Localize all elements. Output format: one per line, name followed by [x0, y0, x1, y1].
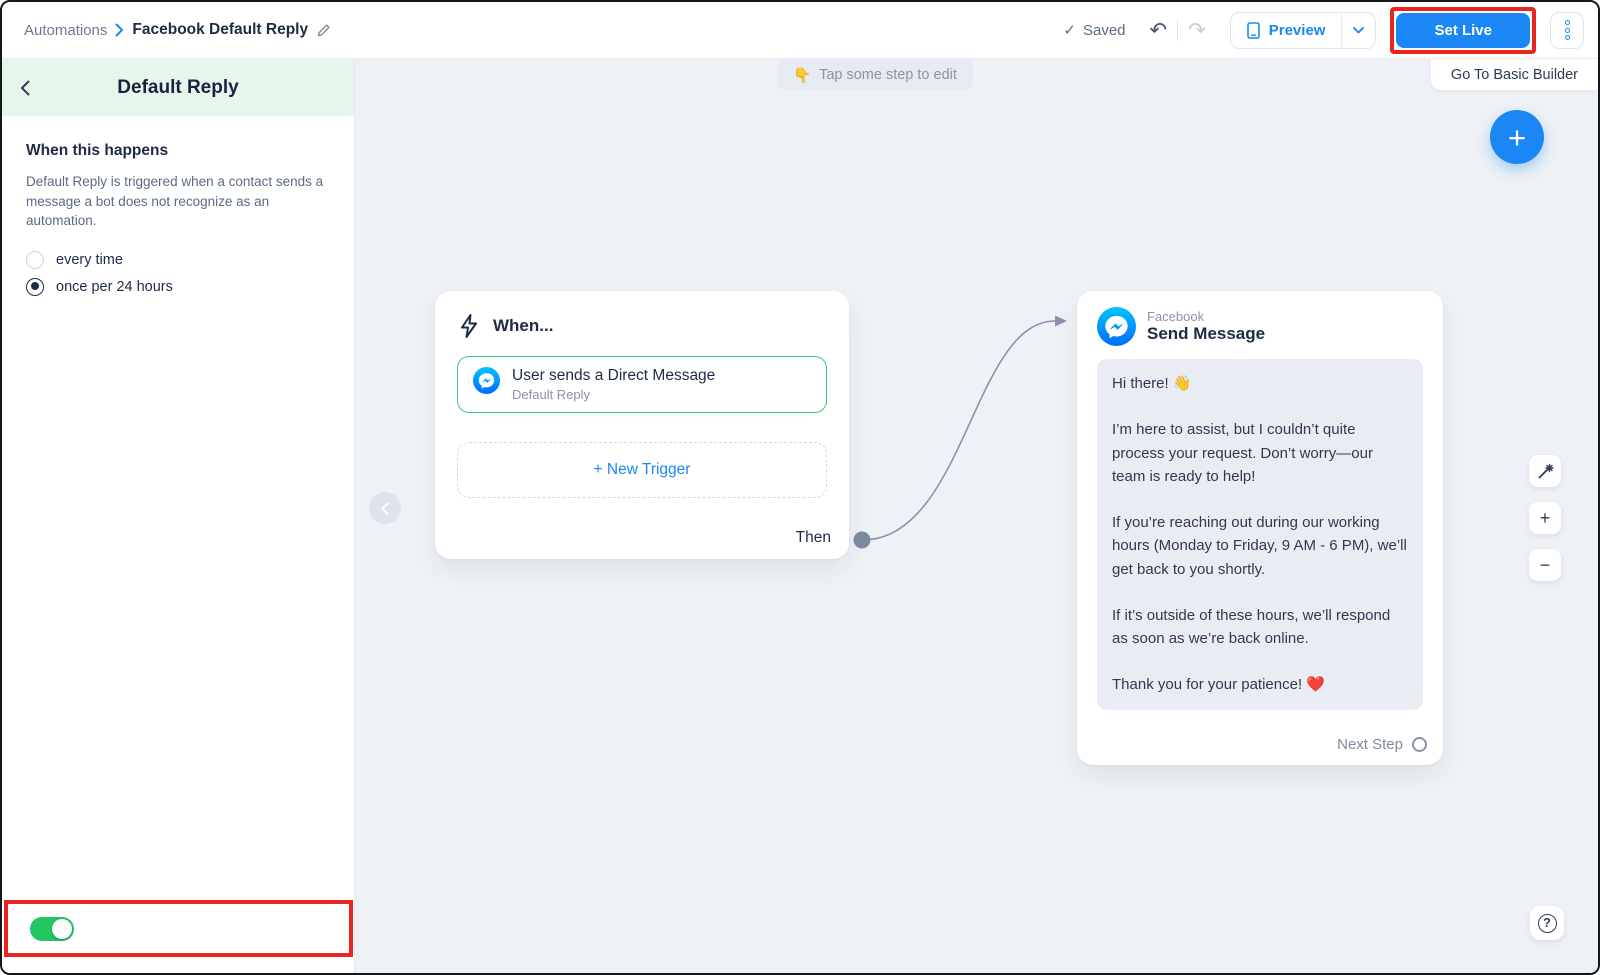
- preview-button-label: Preview: [1269, 22, 1326, 39]
- node-platform-label: Facebook: [1147, 309, 1265, 324]
- collapse-sidebar-button[interactable]: [369, 492, 401, 524]
- trigger-node[interactable]: When... User sends a Direct Message Defa…: [435, 291, 849, 559]
- message-paragraph: Hi there! 👋: [1112, 372, 1408, 395]
- zoom-in-button[interactable]: +: [1529, 502, 1561, 534]
- pointing-down-icon: 👇: [793, 67, 811, 84]
- sidebar-body: When this happens Default Reply is trigg…: [2, 116, 354, 296]
- messenger-icon: [473, 367, 500, 394]
- then-label: Then: [796, 529, 831, 547]
- preview-dropdown-button[interactable]: [1341, 13, 1375, 48]
- node-title: Send Message: [1147, 324, 1265, 344]
- radio-option-0[interactable]: every time: [26, 251, 330, 269]
- message-paragraph: If it’s outside of these hours, we’ll re…: [1112, 604, 1408, 651]
- kebab-dot-icon: [1565, 20, 1570, 25]
- toggle-annotation-box: [4, 900, 353, 957]
- canvas-hint: 👇 Tap some step to edit: [777, 60, 973, 90]
- message-text-block[interactable]: Hi there! 👋 I’m here to assist, but I co…: [1097, 359, 1423, 710]
- trigger-node-title: When...: [493, 316, 553, 336]
- send-message-node-header[interactable]: Facebook Send Message: [1097, 307, 1423, 346]
- preview-button[interactable]: Preview: [1231, 13, 1342, 48]
- next-step-row: Next Step: [1337, 736, 1427, 753]
- preview-button-group: Preview: [1230, 12, 1377, 49]
- undo-icon: ↶: [1150, 19, 1168, 42]
- auto-arrange-button[interactable]: [1529, 455, 1561, 487]
- new-trigger-button[interactable]: + New Trigger: [457, 442, 827, 498]
- question-mark-icon: ?: [1538, 914, 1557, 933]
- radio-label: every time: [56, 252, 123, 268]
- flow-canvas[interactable]: 👇 Tap some step to edit Go To Basic Buil…: [355, 59, 1598, 973]
- automation-enabled-toggle[interactable]: [30, 917, 74, 941]
- page-title: Facebook Default Reply: [132, 21, 308, 39]
- redo-button[interactable]: ↷: [1178, 20, 1216, 41]
- canvas-hint-label: Tap some step to edit: [819, 67, 957, 83]
- more-options-button[interactable]: [1550, 12, 1584, 49]
- minus-icon: −: [1540, 555, 1551, 576]
- set-live-button[interactable]: Set Live: [1396, 13, 1530, 48]
- set-live-annotation-box: Set Live: [1390, 7, 1536, 54]
- undo-button[interactable]: ↶: [1140, 20, 1178, 41]
- trigger-item-texts: User sends a Direct Message Default Repl…: [512, 367, 715, 402]
- chevron-left-icon: [381, 502, 389, 515]
- history-controls: ↶ ↷: [1140, 19, 1216, 41]
- chevron-right-icon: [115, 23, 124, 37]
- go-to-basic-builder-button[interactable]: Go To Basic Builder: [1431, 59, 1598, 90]
- back-button[interactable]: [20, 80, 46, 96]
- plus-icon: +: [1540, 508, 1551, 529]
- messenger-icon: [1097, 307, 1136, 346]
- section-title: When this happens: [26, 142, 330, 160]
- lightning-icon: [457, 313, 481, 339]
- plus-icon: +: [1508, 122, 1526, 153]
- trigger-node-header: When...: [457, 313, 827, 339]
- trigger-item[interactable]: User sends a Direct Message Default Repl…: [457, 356, 827, 413]
- kebab-dot-icon: [1565, 28, 1570, 33]
- edit-title-icon[interactable]: [316, 23, 331, 38]
- send-message-header-texts: Facebook Send Message: [1147, 309, 1265, 344]
- sidebar-header: Default Reply: [2, 59, 354, 116]
- add-step-button[interactable]: +: [1490, 110, 1544, 164]
- zoom-out-button[interactable]: −: [1529, 549, 1561, 581]
- radio-icon[interactable]: [26, 251, 44, 269]
- redo-icon: ↷: [1188, 19, 1206, 42]
- top-bar: Automations Facebook Default Reply ✓ Sav…: [2, 2, 1598, 59]
- radio-icon[interactable]: [26, 278, 44, 296]
- save-status: ✓ Saved: [1063, 21, 1125, 39]
- toggle-knob: [52, 919, 72, 939]
- trigger-item-title: User sends a Direct Message: [512, 367, 715, 385]
- kebab-dot-icon: [1565, 35, 1570, 40]
- then-anchor-dot[interactable]: [854, 532, 871, 549]
- message-paragraph: Thank you for your patience! ❤️: [1112, 673, 1408, 696]
- magic-wand-icon: [1537, 463, 1554, 480]
- help-button[interactable]: ?: [1530, 906, 1564, 940]
- breadcrumb-automations-link[interactable]: Automations: [24, 22, 107, 39]
- section-description: Default Reply is triggered when a contac…: [26, 172, 330, 231]
- message-paragraph: If you’re reaching out during our workin…: [1112, 511, 1408, 581]
- next-step-label: Next Step: [1337, 736, 1403, 753]
- radio-label: once per 24 hours: [56, 279, 173, 295]
- chevron-down-icon: [1353, 27, 1364, 34]
- sidebar-title: Default Reply: [46, 77, 310, 99]
- save-status-label: Saved: [1083, 22, 1126, 39]
- next-step-anchor[interactable]: [1412, 737, 1427, 752]
- trigger-item-subtitle: Default Reply: [512, 387, 715, 402]
- topbar-actions: ✓ Saved ↶ ↷ Preview Set L: [1063, 7, 1584, 54]
- message-paragraph: I’m here to assist, but I couldn’t quite…: [1112, 418, 1408, 488]
- breadcrumb: Automations Facebook Default Reply: [24, 21, 331, 39]
- settings-sidebar: Default Reply When this happens Default …: [2, 59, 355, 973]
- app-window: Automations Facebook Default Reply ✓ Sav…: [0, 0, 1600, 975]
- check-icon: ✓: [1063, 21, 1076, 39]
- phone-icon: [1247, 22, 1260, 39]
- radio-option-1[interactable]: once per 24 hours: [26, 278, 330, 296]
- send-message-node[interactable]: Facebook Send Message Hi there! 👋 I’m he…: [1077, 291, 1443, 765]
